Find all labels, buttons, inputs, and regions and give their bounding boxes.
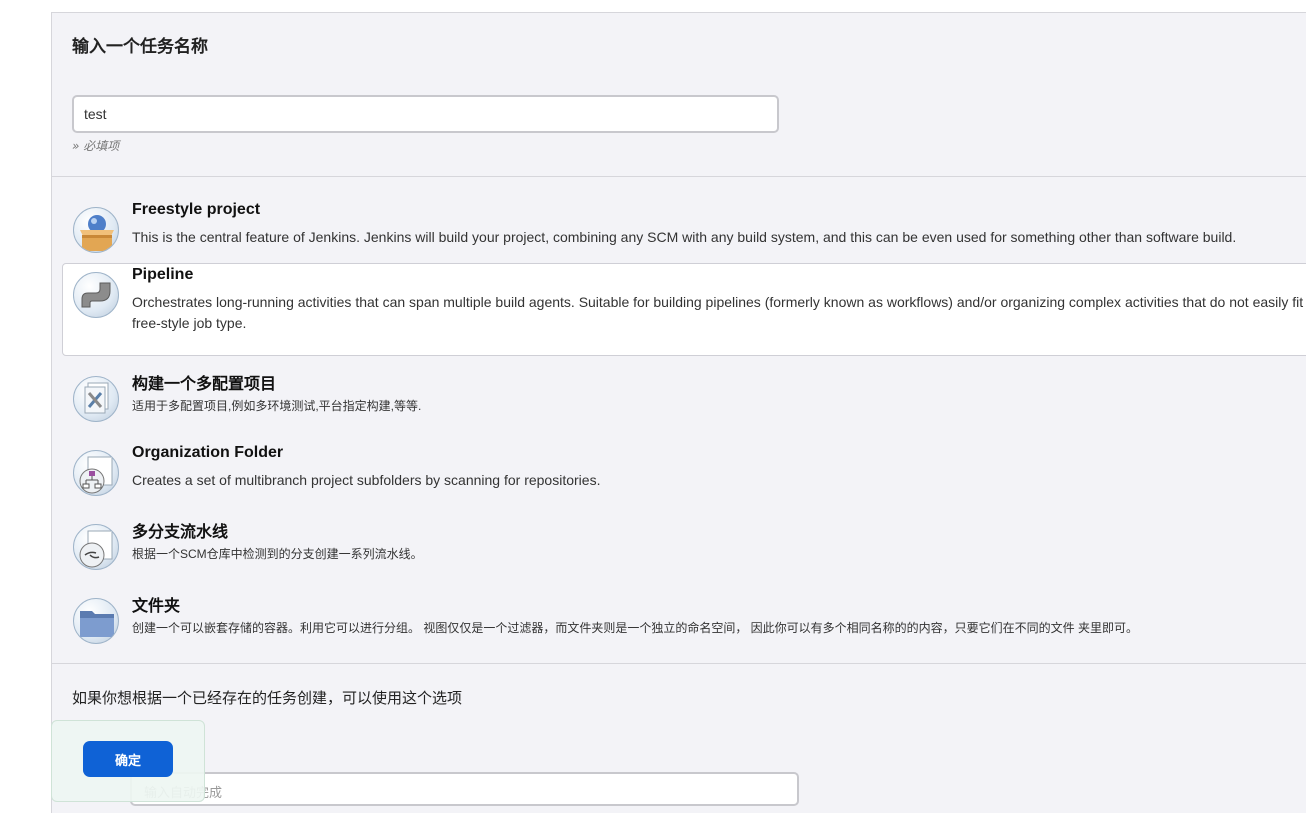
page-title: 输入一个任务名称 bbox=[72, 37, 208, 57]
copy-from-input[interactable]: 输入自动完成 bbox=[130, 772, 799, 806]
divider bbox=[52, 176, 1306, 177]
item-description: This is the central feature of Jenkins. … bbox=[132, 229, 1237, 245]
organization-folder-icon bbox=[73, 450, 119, 496]
copy-existing-label: 如果你想根据一个已经存在的任务创建，可以使用这个选项 bbox=[72, 690, 463, 707]
divider bbox=[52, 663, 1306, 664]
required-hint: » 必填项 bbox=[72, 139, 120, 153]
item-title: Pipeline bbox=[132, 266, 194, 283]
item-type-pipeline[interactable]: Pipeline Orchestrates long-running activ… bbox=[62, 263, 1306, 356]
item-name-input[interactable] bbox=[72, 95, 779, 133]
item-description: 根据一个SCM仓库中检测到的分支创建一系列流水线。 bbox=[132, 547, 423, 561]
item-description: Creates a set of multibranch project sub… bbox=[132, 472, 601, 488]
item-title: 构建一个多配置项目 bbox=[132, 376, 277, 393]
ok-button[interactable]: 确定 bbox=[83, 741, 173, 777]
multibranch-icon bbox=[73, 524, 119, 570]
item-title: Freestyle project bbox=[132, 201, 261, 218]
item-title: 文件夹 bbox=[132, 598, 181, 615]
item-description: 创建一个可以嵌套存储的容器。利用它可以进行分组。 视图仅仅是一个过滤器，而文件夹… bbox=[132, 621, 1139, 635]
item-description: Orchestrates long-running activities tha… bbox=[132, 294, 1306, 331]
item-title: Organization Folder bbox=[132, 444, 284, 461]
item-description: 适用于多配置项目,例如多环境测试,平台指定构建,等等. bbox=[132, 399, 422, 413]
multi-config-icon bbox=[73, 376, 119, 422]
freestyle-box-icon bbox=[73, 207, 119, 253]
pipeline-icon bbox=[73, 272, 119, 318]
folder-icon bbox=[73, 598, 119, 644]
item-title: 多分支流水线 bbox=[132, 524, 229, 541]
